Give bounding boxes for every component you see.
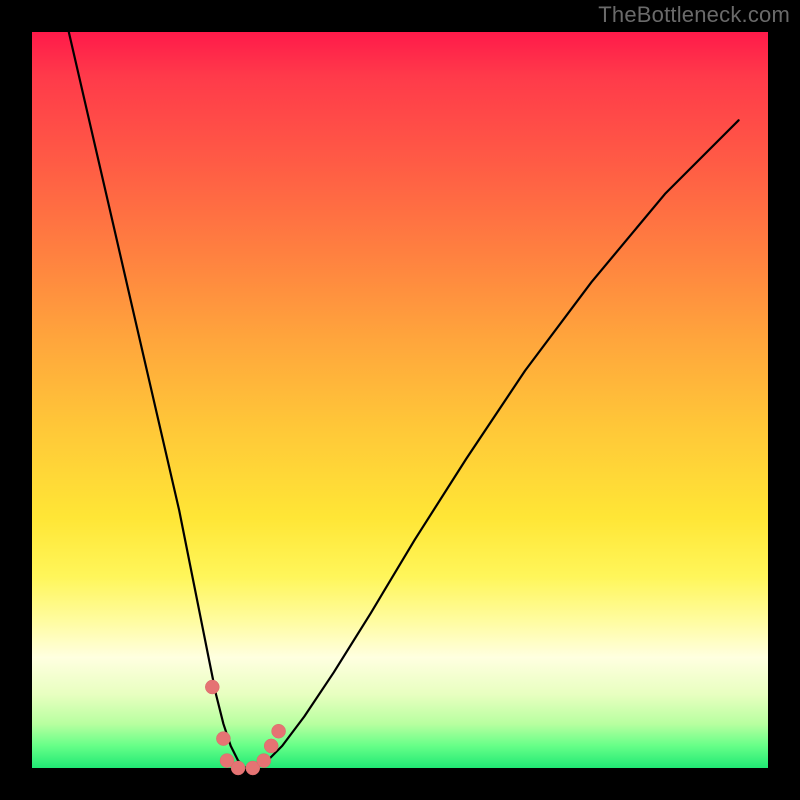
chart-frame: TheBottleneck.com	[0, 0, 800, 800]
watermark-text: TheBottleneck.com	[598, 2, 790, 28]
marker	[205, 680, 219, 694]
curve-markers	[205, 680, 285, 775]
marker	[264, 739, 278, 753]
marker	[257, 754, 271, 768]
plot-area	[32, 32, 768, 768]
bottleneck-curve	[32, 32, 768, 768]
marker	[216, 732, 230, 746]
marker	[231, 761, 245, 775]
curve-path	[69, 32, 739, 768]
marker	[272, 724, 286, 738]
